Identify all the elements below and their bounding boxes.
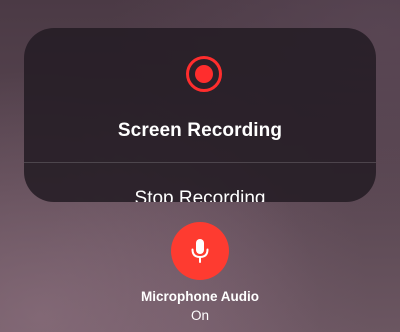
screen-recording-header: Screen Recording bbox=[24, 28, 376, 141]
panel-title: Screen Recording bbox=[117, 120, 283, 141]
microphone-status: On bbox=[190, 308, 209, 323]
record-icon bbox=[186, 56, 222, 92]
stop-recording-label: Stop Recording bbox=[134, 188, 266, 202]
stop-recording-button[interactable]: Stop Recording bbox=[24, 163, 376, 202]
microphone-icon bbox=[191, 239, 209, 263]
microphone-audio-toggle[interactable] bbox=[171, 222, 229, 280]
screen-recording-panel: Screen Recording Stop Recording bbox=[24, 28, 376, 202]
microphone-audio-label: Microphone Audio bbox=[141, 289, 259, 304]
record-dot bbox=[195, 65, 213, 83]
